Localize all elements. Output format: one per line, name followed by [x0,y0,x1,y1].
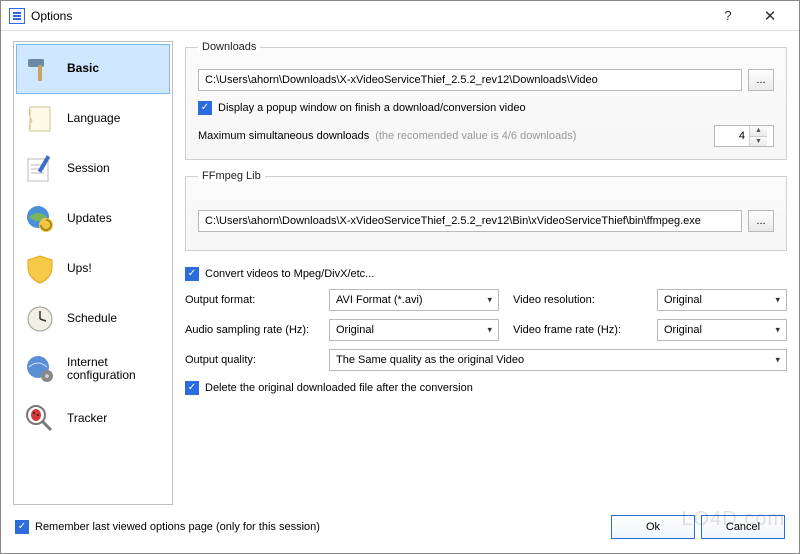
convert-section: Convert videos to Mpeg/DivX/etc... Outpu… [185,261,787,399]
video-frame-combo[interactable]: Original [657,319,787,341]
sidebar-item-schedule[interactable]: Schedule [16,294,170,344]
ffmpeg-path-input[interactable] [198,210,742,232]
ffmpeg-legend: FFmpeg Lib [198,170,265,182]
footer: Remember last viewed options page (only … [1,505,799,553]
audio-rate-combo[interactable]: Original [329,319,499,341]
sidebar-label: Updates [67,212,112,225]
content: Basic Language Session Updates [1,31,799,505]
app-icon [9,8,25,24]
popup-checkbox[interactable] [198,101,212,115]
sidebar-label: Ups! [67,262,92,275]
remember-label: Remember last viewed options page (only … [35,521,320,533]
globe-gear-icon [23,352,57,386]
sidebar-item-tracker[interactable]: Tracker [16,394,170,444]
maxdl-value[interactable] [715,130,749,142]
sidebar-item-internet[interactable]: Internet configuration [16,344,170,394]
clock-icon [23,302,57,336]
ok-button[interactable]: Ok [611,515,695,539]
cancel-button[interactable]: Cancel [701,515,785,539]
note-pencil-icon [23,152,57,186]
video-resolution-label: Video resolution: [513,294,643,306]
convert-label: Convert videos to Mpeg/DivX/etc... [205,268,374,280]
sidebar-label: Language [67,112,120,125]
convert-checkbox[interactable] [185,267,199,281]
options-window: Options ? ✕ Basic Language [0,0,800,554]
maxdl-hint: (the recomended value is 4/6 downloads) [375,130,576,142]
output-quality-combo[interactable]: The Same quality as the original Video [329,349,787,371]
bug-magnify-icon [23,402,57,436]
hammer-icon [23,52,57,86]
output-format-label: Output format: [185,294,315,306]
globe-refresh-icon [23,202,57,236]
downloads-path-input[interactable] [198,69,742,91]
maxdl-label: Maximum simultaneous downloads [198,130,369,142]
sidebar-item-updates[interactable]: Updates [16,194,170,244]
downloads-group: Downloads ... Display a popup window on … [185,41,787,160]
shield-icon [23,252,57,286]
spin-arrows[interactable]: ▲▼ [749,126,767,146]
popup-label: Display a popup window on finish a downl… [218,102,526,114]
ffmpeg-browse-button[interactable]: ... [748,210,774,232]
sidebar-label: Basic [67,62,99,75]
output-format-combo[interactable]: AVI Format (*.avi) [329,289,499,311]
delete-original-checkbox[interactable] [185,381,199,395]
delete-original-label: Delete the original downloaded file afte… [205,382,473,394]
maxdl-spinbox[interactable]: ▲▼ [714,125,774,147]
sidebar-label: Schedule [67,312,117,325]
remember-checkbox[interactable] [15,520,29,534]
main-panel: Downloads ... Display a popup window on … [185,41,787,505]
sidebar-item-basic[interactable]: Basic [16,44,170,94]
sidebar-label: Tracker [67,412,107,425]
titlebar: Options ? ✕ [1,1,799,31]
sidebar-label: Session [67,162,110,175]
ffmpeg-group: FFmpeg Lib ... [185,170,787,251]
output-quality-label: Output quality: [185,354,315,366]
sidebar-item-ups[interactable]: Ups! [16,244,170,294]
sidebar-item-language[interactable]: Language [16,94,170,144]
audio-rate-label: Audio sampling rate (Hz): [185,324,315,336]
video-frame-label: Video frame rate (Hz): [513,324,643,336]
sidebar-item-session[interactable]: Session [16,144,170,194]
close-button[interactable]: ✕ [749,2,791,30]
window-title: Options [31,9,72,23]
video-resolution-combo[interactable]: Original [657,289,787,311]
sidebar-label: Internet configuration [67,356,136,382]
help-button[interactable]: ? [707,2,749,30]
sidebar: Basic Language Session Updates [13,41,173,505]
downloads-legend: Downloads [198,41,260,53]
paper-icon [23,102,57,136]
downloads-browse-button[interactable]: ... [748,69,774,91]
